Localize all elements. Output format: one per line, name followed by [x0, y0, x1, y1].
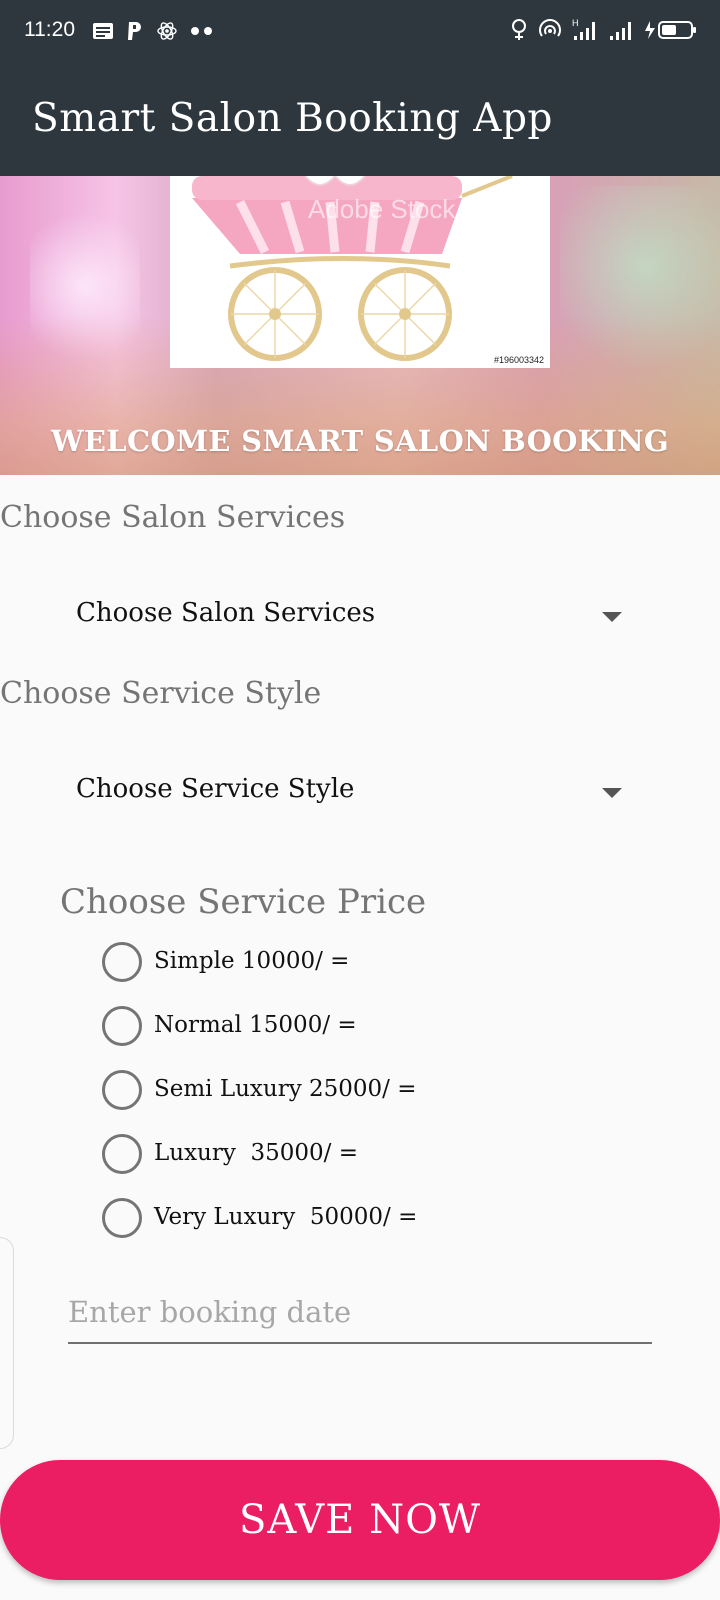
price-option-label: Luxury 35000/ =	[154, 1140, 358, 1166]
system-icons: H	[510, 18, 698, 42]
service-style-dropdown[interactable]: Choose Service Style	[76, 762, 636, 822]
salon-services-label: Choose Salon Services	[0, 500, 346, 535]
notification-icons	[92, 20, 214, 42]
app-title: Smart Salon Booking App	[32, 96, 553, 141]
hotspot-icon	[539, 19, 561, 37]
dropdown-arrow-icon	[602, 788, 622, 798]
price-option-very-luxury[interactable]: Very Luxury 50000/ =	[102, 1198, 522, 1242]
signal-icon	[610, 22, 631, 40]
salon-services-dropdown[interactable]: Choose Salon Services	[76, 586, 636, 646]
signal-h-icon: H	[572, 18, 595, 40]
price-option-label: Normal 15000/ =	[154, 1012, 357, 1038]
radio-button[interactable]	[102, 1134, 142, 1174]
network-type-label: H	[572, 18, 579, 28]
price-option-luxury[interactable]: Luxury 35000/ =	[102, 1134, 522, 1178]
news-icon	[93, 23, 113, 39]
price-option-label: Semi Luxury 25000/ =	[154, 1076, 417, 1102]
stock-id: #196003342	[493, 355, 544, 365]
price-option-label: Very Luxury 50000/ =	[154, 1204, 418, 1230]
radio-button[interactable]	[102, 942, 142, 982]
status-time: 11:20	[24, 18, 75, 41]
edge-panel-handle[interactable]	[0, 1237, 14, 1449]
location-icon	[512, 19, 526, 40]
service-style-selected: Choose Service Style	[76, 774, 355, 804]
baby-carriage-image: Adobe Stock #196003342	[170, 176, 550, 368]
save-now-button[interactable]: SAVE NOW	[0, 1460, 720, 1580]
stock-watermark: Adobe Stock	[308, 194, 456, 224]
booking-date-input[interactable]	[68, 1282, 652, 1344]
atom-icon	[157, 22, 177, 40]
price-option-simple[interactable]: Simple 10000/ =	[102, 942, 522, 986]
app-bar: Smart Salon Booking App	[0, 62, 720, 176]
status-bar: 11:20 H	[0, 0, 720, 62]
radio-button[interactable]	[102, 1198, 142, 1238]
dropdown-arrow-icon	[602, 612, 622, 622]
salon-services-selected: Choose Salon Services	[76, 598, 376, 628]
service-style-label: Choose Service Style	[0, 676, 322, 711]
radio-button[interactable]	[102, 1070, 142, 1110]
price-option-normal[interactable]: Normal 15000/ =	[102, 1006, 522, 1050]
paypal-icon	[128, 22, 141, 40]
stroller-illustration: Adobe Stock	[192, 176, 513, 361]
welcome-text: WELCOME SMART SALON BOOKING	[51, 424, 669, 458]
radio-button[interactable]	[102, 1006, 142, 1046]
welcome-banner: Adobe Stock #196003342 WELCOME SMART SAL…	[0, 176, 720, 475]
price-option-label: Simple 10000/ =	[154, 948, 350, 974]
more-notifications-icon	[191, 27, 212, 35]
price-option-semi-luxury[interactable]: Semi Luxury 25000/ =	[102, 1070, 522, 1114]
service-price-label: Choose Service Price	[60, 882, 427, 922]
battery-charging-icon	[645, 21, 696, 39]
